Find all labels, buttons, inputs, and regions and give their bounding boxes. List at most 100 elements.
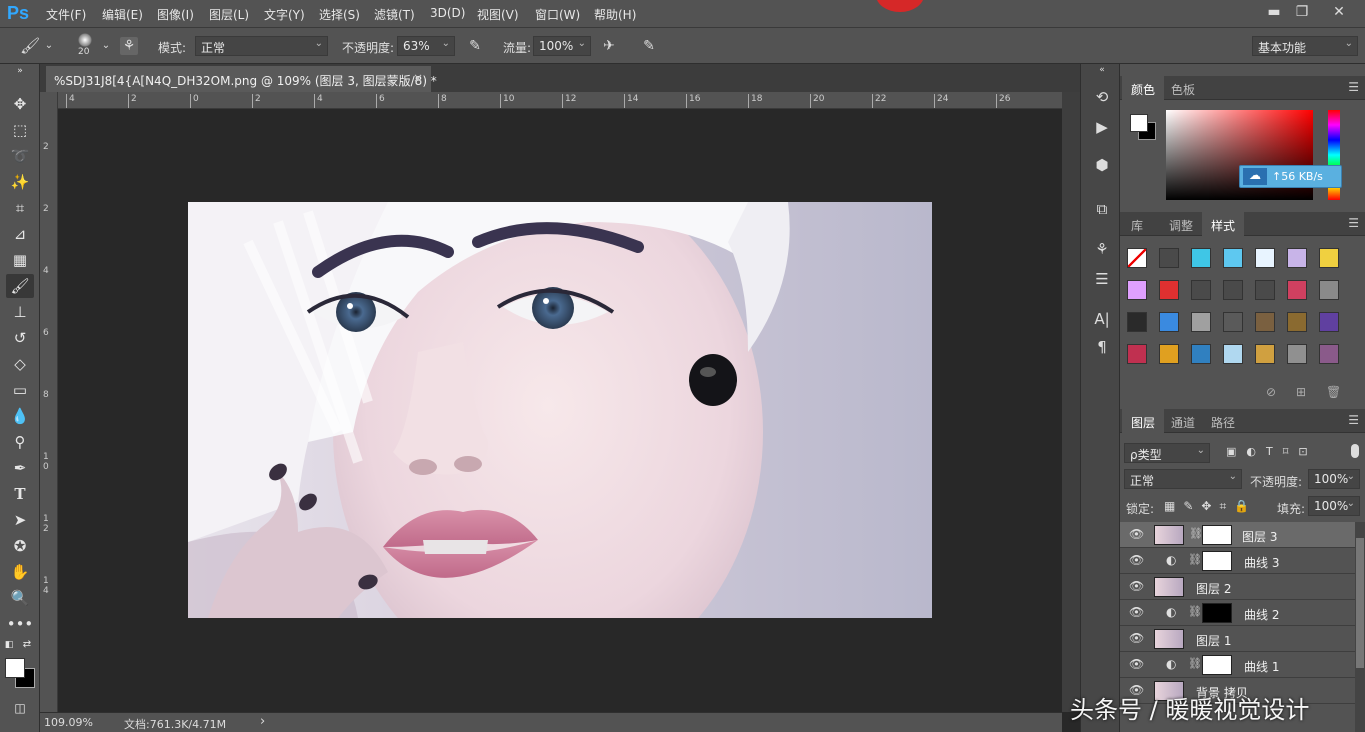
layer-row[interactable]: 👁 ◐ ⛓ 曲线 3: [1120, 548, 1355, 574]
style-swatch[interactable]: [1159, 248, 1179, 268]
style-swatch[interactable]: [1191, 248, 1211, 268]
canvas-vertical-scrollbar[interactable]: [1062, 92, 1080, 712]
style-swatch[interactable]: [1287, 248, 1307, 268]
filter-toggle[interactable]: [1351, 444, 1359, 458]
style-swatch[interactable]: [1127, 344, 1147, 364]
layer-filter-select[interactable]: ρ类型 ⌄: [1124, 443, 1210, 463]
style-swatch[interactable]: [1159, 280, 1179, 300]
character-panel-icon[interactable]: A|: [1091, 308, 1113, 330]
actions-panel-icon[interactable]: ▶: [1091, 116, 1113, 138]
eyedropper-tool-icon[interactable]: ⊿: [6, 222, 34, 246]
move-tool-icon[interactable]: ✥: [6, 92, 34, 116]
dodge-tool-icon[interactable]: ⚲: [6, 430, 34, 454]
layer-row[interactable]: 👁 图层 2: [1120, 574, 1355, 600]
layers-scrollbar[interactable]: [1355, 522, 1365, 732]
lock-icons[interactable]: ▦✎✥⌗🔒: [1164, 499, 1257, 514]
swap-colors-icon[interactable]: ⇄: [20, 639, 34, 651]
style-swatch[interactable]: [1191, 344, 1211, 364]
pen-tool-icon[interactable]: ✒: [6, 456, 34, 480]
layer-row[interactable]: 👁 ⛓ 图层 3: [1120, 522, 1355, 548]
link-chain-icon[interactable]: ⛓: [1188, 657, 1202, 670]
brush-tool-icon[interactable]: 🖌: [20, 37, 40, 55]
close-window-button[interactable]: ✕: [1328, 2, 1350, 22]
tab-styles[interactable]: 样式: [1202, 212, 1245, 236]
visibility-eye-icon[interactable]: 👁: [1129, 657, 1144, 671]
visibility-eye-icon[interactable]: 👁: [1129, 579, 1144, 593]
style-swatch[interactable]: [1287, 344, 1307, 364]
brush-settings-panel-icon[interactable]: ☰: [1091, 268, 1113, 290]
blur-tool-icon[interactable]: 💧: [6, 404, 34, 428]
mode-select[interactable]: 正常 ⌄: [195, 36, 328, 56]
style-swatch[interactable]: [1191, 280, 1211, 300]
workspace-select[interactable]: 基本功能 ⌄: [1252, 36, 1358, 56]
quick-mask-icon[interactable]: ◫: [6, 696, 34, 720]
style-swatch[interactable]: [1159, 344, 1179, 364]
clone-source-panel-icon[interactable]: ⧉: [1091, 198, 1113, 220]
clone-stamp-tool-icon[interactable]: ⊥: [6, 300, 34, 324]
color-panel-menu-icon[interactable]: ☰: [1348, 80, 1359, 94]
style-swatch[interactable]: [1127, 248, 1147, 268]
style-swatch[interactable]: [1127, 312, 1147, 332]
zoom-level[interactable]: 109.09%: [44, 716, 93, 729]
layer-mask-thumbnail[interactable]: [1202, 525, 1232, 545]
visibility-eye-icon[interactable]: 👁: [1129, 605, 1144, 619]
brush-picker-chevron-icon[interactable]: ⌄: [97, 37, 115, 55]
style-swatch[interactable]: [1255, 344, 1275, 364]
crop-tool-icon[interactable]: ⌗: [6, 196, 34, 220]
flow-field[interactable]: 100% ⌄: [533, 36, 591, 56]
healing-brush-tool-icon[interactable]: ▦: [6, 248, 34, 272]
close-document-button[interactable]: ×: [413, 71, 423, 85]
fill-field[interactable]: 100% ⌄: [1308, 496, 1360, 516]
tab-color[interactable]: 颜色: [1122, 76, 1165, 100]
style-swatch[interactable]: [1223, 248, 1243, 268]
menu-item-6[interactable]: 滤镜(T): [374, 6, 415, 23]
style-swatch[interactable]: [1255, 280, 1275, 300]
hand-tool-icon[interactable]: ✋: [6, 560, 34, 584]
delete-style-icon[interactable]: 🗑: [1326, 385, 1341, 399]
menu-item-3[interactable]: 图层(L): [209, 6, 249, 23]
menu-item-2[interactable]: 图像(I): [157, 6, 194, 23]
style-swatch[interactable]: [1191, 312, 1211, 332]
foreground-color-swatch[interactable]: [5, 658, 25, 678]
tab-swatches[interactable]: 色板: [1162, 76, 1204, 100]
layer-mask-thumbnail[interactable]: [1202, 655, 1232, 675]
document-canvas-image[interactable]: [188, 202, 932, 618]
layer-opacity-field[interactable]: 100% ⌄: [1308, 469, 1360, 489]
type-tool-icon[interactable]: T: [6, 482, 34, 506]
3d-panel-icon[interactable]: ⬢: [1091, 154, 1113, 176]
brush-tool-icon[interactable]: 🖌: [6, 274, 34, 298]
layer-thumbnail[interactable]: [1154, 525, 1184, 545]
layer-row[interactable]: 👁 图层 1: [1120, 626, 1355, 652]
path-selection-tool-icon[interactable]: ➤: [6, 508, 34, 532]
magic-wand-tool-icon[interactable]: ✨: [6, 170, 34, 194]
pressure-opacity-icon[interactable]: ✎: [466, 37, 484, 55]
tool-preset-chevron-icon[interactable]: ⌄: [40, 37, 58, 55]
visibility-eye-icon[interactable]: 👁: [1129, 527, 1144, 541]
status-menu-arrow[interactable]: ›: [260, 714, 265, 729]
visibility-eye-icon[interactable]: 👁: [1129, 631, 1144, 645]
tab-libraries[interactable]: 库: [1122, 212, 1152, 236]
opacity-field[interactable]: 63% ⌄: [397, 36, 455, 56]
style-swatch[interactable]: [1319, 248, 1339, 268]
tab-layers[interactable]: 图层: [1122, 409, 1165, 433]
restore-button[interactable]: ❐: [1291, 2, 1313, 22]
style-swatch[interactable]: [1319, 280, 1339, 300]
style-swatch[interactable]: [1319, 312, 1339, 332]
brush-preview-icon[interactable]: [78, 33, 92, 47]
style-swatch[interactable]: [1255, 248, 1275, 268]
style-swatch[interactable]: [1287, 280, 1307, 300]
link-chain-icon[interactable]: ⛓: [1188, 553, 1202, 566]
layers-panel-menu-icon[interactable]: ☰: [1348, 413, 1359, 427]
history-panel-icon[interactable]: ⟲: [1091, 86, 1113, 108]
link-chain-icon[interactable]: ⛓: [1188, 605, 1202, 618]
marquee-tool-icon[interactable]: ⬚: [6, 118, 34, 142]
document-tab[interactable]: %SDJ31J8[4{A[N4Q_DH32OM.png @ 109% (图层 3…: [46, 66, 437, 92]
style-swatch[interactable]: [1255, 312, 1275, 332]
menu-item-1[interactable]: 编辑(E): [102, 6, 143, 23]
layer-mask-thumbnail[interactable]: [1202, 551, 1232, 571]
style-swatch[interactable]: [1319, 344, 1339, 364]
layer-mask-thumbnail[interactable]: [1202, 603, 1232, 623]
styles-panel-menu-icon[interactable]: ☰: [1348, 216, 1359, 230]
expand-panels-icon[interactable]: «: [1091, 64, 1113, 76]
style-swatch[interactable]: [1223, 280, 1243, 300]
